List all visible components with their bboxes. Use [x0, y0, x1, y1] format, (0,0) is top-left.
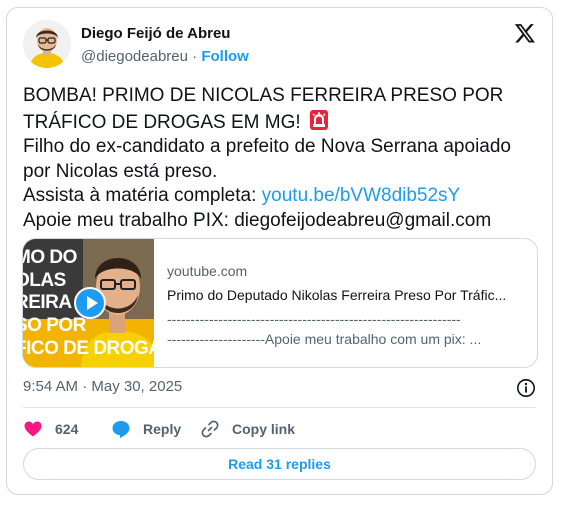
tweet-timestamp[interactable]: 9:54 AM · May 30, 2025 — [23, 378, 182, 395]
tweet-line-6: Apoie meu trabalho PIX: diegofeijodeabre… — [23, 209, 492, 231]
link-description-line-2: ---------------------Apoie meu trabalho … — [167, 331, 482, 347]
link-description-line-1: ----------------------------------------… — [167, 311, 461, 327]
reply-label: Reply — [143, 421, 182, 437]
x-logo-icon[interactable] — [514, 22, 536, 44]
like-count: 624 — [55, 421, 79, 437]
link-title[interactable]: Primo do Deputado Nikolas Ferreira Preso… — [167, 287, 527, 303]
avatar[interactable] — [23, 20, 71, 68]
author-name[interactable]: Diego Feijó de Abreu — [81, 25, 230, 42]
link-preview-card[interactable]: MO DO OLAS REIRA SO POR FICO DE DROGA yo… — [22, 238, 538, 368]
thumbnail-text-4: SO POR — [23, 315, 86, 336]
thumbnail-text-5: FICO DE DROGA — [23, 338, 154, 359]
tweet-line-2-text: TRÁFICO DE DROGAS EM MG! — [23, 111, 301, 133]
youtube-link[interactable]: youtu.be/bVW8dib52sY — [262, 185, 461, 206]
link-icon — [201, 420, 219, 438]
follow-button[interactable]: Follow — [201, 48, 249, 65]
copy-link-label: Copy link — [232, 421, 296, 437]
tweet-text: BOMBA! PRIMO DE NICOLAS FERREIRA PRESO P… — [23, 84, 538, 233]
link-description: ----------------------------------------… — [167, 309, 529, 349]
heart-icon — [24, 421, 42, 437]
tweet-line-5-prefix: Assista à matéria completa: — [23, 185, 262, 206]
tweet-line-1: BOMBA! PRIMO DE NICOLAS FERREIRA PRESO P… — [23, 85, 504, 106]
thumbnail-text-1: MO DO — [23, 247, 77, 268]
divider — [23, 407, 536, 408]
tweet-line-5: Assista à matéria completa: youtu.be/bVW… — [23, 184, 538, 209]
tweet-card: Diego Feijó de Abreu @diegodeabreu · Fol… — [6, 7, 553, 495]
police-siren-icon — [309, 109, 328, 130]
thumbnail-text-2: OLAS — [23, 270, 66, 291]
link-domain: youtube.com — [167, 263, 248, 279]
read-replies-button[interactable]: Read 31 replies — [23, 448, 536, 480]
thumbnail-text-3: REIRA — [23, 292, 72, 313]
video-thumbnail[interactable]: MO DO OLAS REIRA SO POR FICO DE DROGA — [23, 239, 154, 367]
author-handle-row: @diegodeabreu · Follow — [81, 48, 249, 65]
like-button[interactable]: 624 — [23, 418, 78, 440]
info-icon[interactable] — [516, 378, 536, 398]
separator-dot: · — [192, 48, 198, 65]
reply-button[interactable]: Reply — [111, 418, 181, 440]
tweet-line-2: TRÁFICO DE DROGAS EM MG! — [23, 109, 538, 136]
play-icon[interactable] — [74, 287, 106, 319]
tweet-line-3: Filho do ex-candidato a prefeito de Nova… — [23, 136, 511, 157]
reply-bubble-icon — [112, 421, 130, 438]
tweet-line-4: por Nicolas está preso. — [23, 160, 218, 182]
author-handle[interactable]: @diegodeabreu — [81, 48, 188, 65]
copy-link-button[interactable]: Copy link — [200, 418, 295, 440]
